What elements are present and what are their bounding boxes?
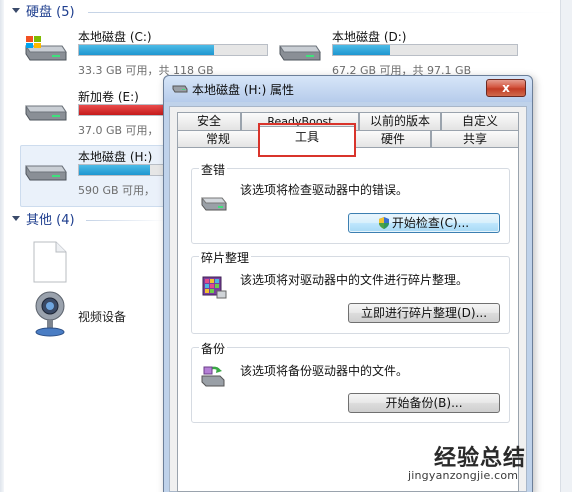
hard-drive-icon	[25, 105, 67, 121]
tab-general[interactable]: 常规	[177, 130, 259, 148]
error-check-section: 该选项将检查驱动器中的错误。 开始检查(C)...	[191, 168, 510, 244]
dialog-titlebar[interactable]: 本地磁盘 (H:) 属性 x	[164, 76, 532, 102]
tab-hardware[interactable]: 硬件	[355, 130, 431, 148]
drive-name: 新加卷 (E:)	[78, 90, 139, 104]
start-check-label: 开始检查(C)...	[391, 216, 470, 230]
hard-drive-check-icon	[201, 197, 227, 211]
hard-drive-icon	[279, 45, 321, 61]
defrag-icon	[202, 276, 227, 299]
watermark-url: jingyanzongjie.com	[408, 469, 519, 482]
defrag-title: 碎片整理	[199, 249, 252, 266]
drive-usage-fill	[333, 45, 391, 55]
drive-size-text: 37.0 GB 可用，	[78, 124, 159, 137]
webcam-icon	[35, 291, 65, 337]
tab-security[interactable]: 安全	[177, 112, 241, 130]
start-backup-button[interactable]: 开始备份(B)...	[348, 393, 500, 413]
error-check-description: 该选项将检查驱动器中的错误。	[240, 183, 409, 197]
dialog-title: 本地磁盘 (H:) 属性	[192, 83, 295, 97]
drive-c[interactable]: 本地磁盘 (C:) 33.3 GB 可用，共 118 GB	[24, 28, 274, 80]
hard-disk-group-header[interactable]: 硬盘 (5)	[12, 1, 75, 20]
other-item-video-device[interactable]: 视频设备	[30, 290, 180, 342]
drive-usage-fill	[79, 45, 215, 55]
start-check-button[interactable]: 开始检查(C)...	[348, 213, 500, 233]
drive-usage-bar	[332, 44, 518, 56]
blank-file-icon	[33, 241, 67, 283]
drive-e[interactable]: 新加卷 (E:) 37.0 GB 可用，	[24, 88, 268, 140]
tab-tools[interactable]: 工具	[259, 126, 355, 148]
drive-h[interactable]: 本地磁盘 (H:) 590 GB 可用，	[24, 148, 268, 200]
hard-drive-windows-icon	[25, 36, 67, 61]
video-device-label: 视频设备	[78, 310, 127, 324]
drive-title-icon	[172, 85, 188, 93]
collapse-chevron-icon[interactable]	[12, 216, 20, 221]
drive-name: 本地磁盘 (D:)	[332, 30, 407, 44]
hard-disk-group-label: 硬盘 (5)	[26, 5, 75, 20]
backup-description: 该选项将备份驱动器中的文件。	[240, 364, 409, 378]
scrollbar[interactable]	[560, 0, 572, 492]
navigation-pane-edge	[0, 0, 4, 492]
defrag-section: 该选项将对驱动器中的文件进行碎片整理。 立即进行碎片整理(D)...	[191, 256, 510, 334]
backup-section: 该选项将备份驱动器中的文件。 开始备份(B)...	[191, 347, 510, 423]
drive-usage-fill	[79, 165, 151, 175]
hard-drive-icon	[25, 165, 67, 181]
drive-size-text: 590 GB 可用，	[78, 184, 156, 197]
defrag-description: 该选项将对驱动器中的文件进行碎片整理。	[240, 273, 469, 287]
collapse-chevron-icon[interactable]	[12, 8, 20, 13]
drive-name: 本地磁盘 (H:)	[78, 150, 153, 164]
error-check-title: 查错	[199, 161, 228, 178]
drive-usage-bar	[78, 44, 268, 56]
backup-title: 备份	[199, 340, 228, 357]
group-divider	[88, 12, 558, 13]
drive-d[interactable]: 本地磁盘 (D:) 67.2 GB 可用，共 97.1 GB	[278, 28, 528, 80]
close-button[interactable]: x	[486, 79, 526, 97]
watermark-brand: 经验总结	[434, 446, 527, 471]
other-group-header[interactable]: 其他 (4)	[12, 209, 75, 228]
drive-name: 本地磁盘 (C:)	[78, 30, 152, 44]
backup-icon	[201, 366, 225, 387]
tab-previous-versions[interactable]: 以前的版本	[359, 112, 441, 130]
defrag-now-button[interactable]: 立即进行碎片整理(D)...	[348, 303, 500, 323]
uac-shield-icon	[378, 217, 389, 229]
group-divider	[86, 220, 166, 221]
tab-sharing[interactable]: 共享	[431, 130, 519, 148]
tab-customize[interactable]: 自定义	[441, 112, 519, 130]
other-group-label: 其他 (4)	[26, 213, 75, 228]
other-item-file[interactable]	[32, 240, 68, 284]
